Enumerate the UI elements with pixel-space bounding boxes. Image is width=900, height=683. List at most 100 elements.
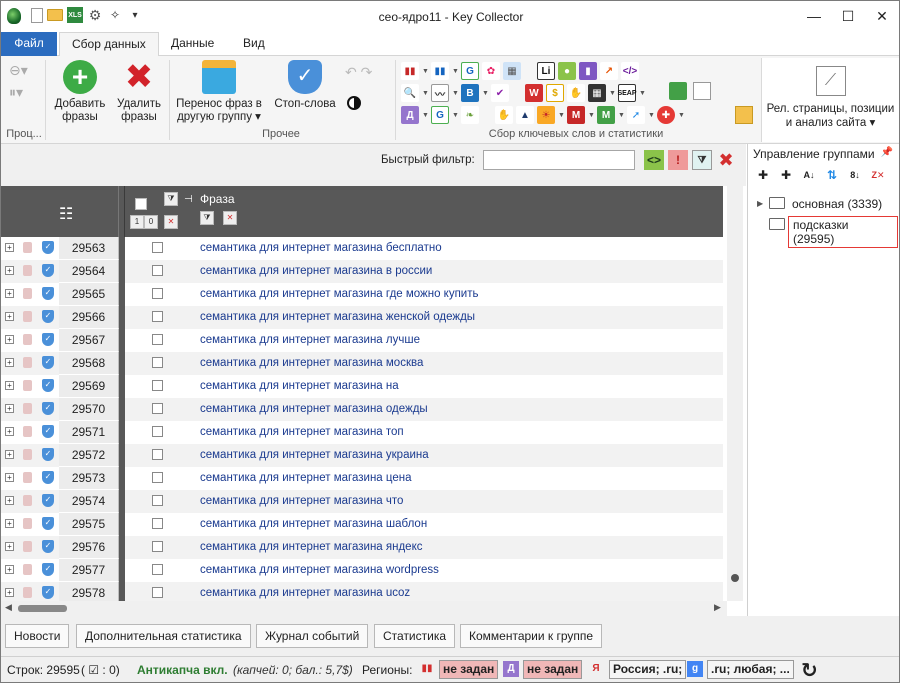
li-icon[interactable]: Li	[537, 62, 555, 80]
row-phrase[interactable]: семантика для интернет магазина wordpres…	[200, 564, 439, 576]
bing-icon[interactable]: B	[461, 84, 479, 102]
dropdown-arrow-icon[interactable]: ▼	[422, 84, 429, 102]
add-subgroup-icon[interactable]: ✚	[777, 166, 795, 184]
row-phrase[interactable]: семантика для интернет магазина украина	[200, 449, 429, 461]
expand-row-icon[interactable]: +	[5, 519, 14, 528]
row-checkbox[interactable]	[152, 403, 163, 414]
shield-check-icon[interactable]: ✓	[42, 264, 54, 277]
group-item-suggestions[interactable]: подсказки (29595)	[748, 216, 898, 248]
shield-check-icon[interactable]: ✓	[42, 448, 54, 461]
shield-check-icon[interactable]: ✓	[42, 310, 54, 323]
dropdown-arrow-icon[interactable]: ▼	[609, 84, 616, 102]
group-item-main[interactable]: ▶ основная (3339)	[748, 196, 898, 216]
dropdown-arrow-icon[interactable]: ▼	[452, 106, 459, 124]
d-purple-icon[interactable]: Д	[503, 661, 519, 677]
quick-filter-input[interactable]	[483, 150, 635, 170]
lock-icon[interactable]	[23, 288, 32, 299]
shield-check-icon[interactable]: ✓	[42, 425, 54, 438]
table-row[interactable]: + ✓ 29574 семантика для интернет магазина ч…	[1, 490, 723, 513]
shield-check-icon[interactable]: ✓	[42, 356, 54, 369]
maximize-button[interactable]: ☐	[831, 1, 865, 31]
filter-code-icon[interactable]: <>	[644, 150, 664, 170]
lock-icon[interactable]	[23, 403, 32, 414]
d-purple-icon[interactable]: Д	[401, 106, 419, 124]
row-checkbox[interactable]	[152, 288, 163, 299]
tab-data[interactable]: Данные	[159, 32, 226, 56]
dropdown-arrow-icon[interactable]: ▼	[648, 106, 655, 124]
m-green-icon[interactable]: M	[597, 106, 615, 124]
region-badge-1[interactable]: не задан	[439, 660, 499, 679]
expand-row-icon[interactable]: +	[5, 473, 14, 482]
dropdown-arrow-icon[interactable]: ▼	[618, 106, 625, 124]
row-phrase[interactable]: семантика для интернет магазина цена	[200, 472, 412, 484]
table-row[interactable]: + ✓ 29563 семантика для интернет магазина б…	[1, 237, 723, 260]
bar-chart-red-icon[interactable]: ▮▮	[401, 62, 419, 80]
line-chart-icon[interactable]: 〰	[431, 84, 449, 102]
table-row[interactable]: + ✓ 29566 семантика для интернет магазина ж…	[1, 306, 723, 329]
row-phrase[interactable]: семантика для интернет магазина где можн…	[200, 288, 479, 300]
tab-view[interactable]: Вид	[231, 32, 277, 56]
shield-check-icon[interactable]: ✓	[42, 471, 54, 484]
expand-row-icon[interactable]: +	[5, 427, 14, 436]
minimize-button[interactable]: —	[797, 1, 831, 31]
expand-row-icon[interactable]: +	[5, 243, 14, 252]
shield-check-icon[interactable]: ✓	[42, 379, 54, 392]
lock-icon[interactable]	[23, 564, 32, 575]
flower-icon[interactable]: ✿	[482, 62, 500, 80]
sort-count-icon[interactable]: ⇅	[823, 166, 841, 184]
code-tags-icon[interactable]: </>	[621, 62, 639, 80]
clear-filter-icon[interactable]: ✖	[716, 150, 736, 170]
column-settings-icon[interactable]: ☷	[59, 204, 73, 224]
expand-row-icon[interactable]: +	[5, 335, 14, 344]
lock-icon[interactable]	[23, 472, 32, 483]
we-icon[interactable]: W	[525, 84, 543, 102]
lock-icon[interactable]	[23, 495, 32, 506]
column-clear-filter-icon[interactable]: ✕	[164, 215, 178, 229]
pause-process-icon[interactable]: ⏸▾	[9, 84, 23, 101]
row-checkbox[interactable]	[152, 495, 163, 506]
row-phrase[interactable]: семантика для интернет магазина женской …	[200, 311, 475, 323]
dropdown-arrow-icon[interactable]: ▼	[452, 84, 459, 102]
row-checkbox[interactable]	[152, 311, 163, 322]
table-row[interactable]: + ✓ 29565 семантика для интернет магазина г…	[1, 283, 723, 306]
table-row[interactable]: + ✓ 29577 семантика для интернет магазина w…	[1, 559, 723, 582]
expand-row-icon[interactable]: +	[5, 266, 14, 275]
table-row[interactable]: + ✓ 29568 семантика для интернет магазина м…	[1, 352, 723, 375]
hat-icon[interactable]: ▲	[516, 106, 534, 124]
contrast-icon[interactable]	[347, 96, 361, 110]
table-row[interactable]: + ✓ 29572 семантика для интернет магазина у…	[1, 444, 723, 467]
row-checkbox[interactable]	[152, 564, 163, 575]
add-phrases-button[interactable]: + Добавить фразы	[51, 60, 109, 124]
lock-icon[interactable]	[23, 449, 32, 460]
horizontal-scroll-thumb[interactable]	[18, 605, 67, 612]
yandex-icon[interactable]: Я	[588, 661, 604, 677]
lock-icon[interactable]	[23, 311, 32, 322]
row-phrase[interactable]: семантика для интернет магазина ucoz	[200, 587, 410, 599]
expand-arrow-icon[interactable]: ▶	[757, 199, 763, 208]
row-checkbox[interactable]	[152, 265, 163, 276]
vertical-scroll-thumb[interactable]	[731, 574, 739, 582]
anticaptcha-status[interactable]: Антикапча вкл.	[137, 663, 228, 677]
table-row[interactable]: + ✓ 29567 семантика для интернет магазина л…	[1, 329, 723, 352]
lock-icon[interactable]	[23, 334, 32, 345]
tab-data-collection[interactable]: Сбор данных	[59, 32, 159, 57]
scroll-right-icon[interactable]: ▶	[714, 602, 721, 613]
lock-icon[interactable]	[23, 426, 32, 437]
row-phrase[interactable]: семантика для интернет магазина шаблон	[200, 518, 427, 530]
lock-icon[interactable]	[23, 518, 32, 529]
shield-check-icon[interactable]: ✓	[42, 540, 54, 553]
shield-check-icon[interactable]: ✓	[42, 287, 54, 300]
red-circle-icon[interactable]: ✚	[657, 106, 675, 124]
google-green-icon[interactable]: G	[461, 62, 479, 80]
row-phrase[interactable]: семантика для интернет магазина бесплатн…	[200, 242, 442, 254]
shield-check-icon[interactable]: ✓	[42, 333, 54, 346]
expand-row-icon[interactable]: +	[5, 381, 14, 390]
lock-icon[interactable]	[23, 265, 32, 276]
tab-event-log[interactable]: Журнал событий	[256, 624, 369, 648]
shield-check-icon[interactable]: ✓	[42, 563, 54, 576]
globe-icon[interactable]: ●	[558, 62, 576, 80]
dropdown-arrow-icon[interactable]: ▼	[678, 106, 685, 124]
region-badge-2[interactable]: не задан	[523, 660, 583, 679]
sort-az-icon[interactable]: A↓	[800, 166, 818, 184]
shield-check-icon[interactable]: ✓	[42, 494, 54, 507]
